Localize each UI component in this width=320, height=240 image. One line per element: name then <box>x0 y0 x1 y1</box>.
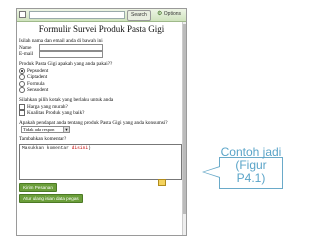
callout-text: Contoh jadi (Figur P4.1) <box>220 145 282 185</box>
question-4: Tambahkan komentar? <box>19 135 67 142</box>
callout-box: Contoh jadi (Figur P4.1) <box>202 146 283 189</box>
email-label: E-mail <box>19 51 34 58</box>
reset-button[interactable]: Atur ulang isian data pegas <box>19 194 83 204</box>
checkbox-option[interactable]: Kualitas Produk yang baik? <box>19 110 184 117</box>
question-2: Silahkan pilih kotak yang berlaku untuk … <box>19 96 114 103</box>
checkbox[interactable] <box>19 103 25 110</box>
submit-button[interactable]: Kirim Pesanan <box>19 183 57 193</box>
browser-window: Search ⚙ Options Formulir Survei Produk … <box>16 8 187 236</box>
gear-icon: ⚙ <box>157 11 163 17</box>
page-title: Formulir Survei Produk Pasta Gigi <box>38 24 165 34</box>
select-row: Tidak ada respon ▼ <box>19 125 184 134</box>
question-1: Produk Pasta Gigi apakah yang anda pakai… <box>19 60 113 67</box>
email-field[interactable] <box>39 50 103 58</box>
chevron-down-icon: ▼ <box>63 126 69 133</box>
radio-button[interactable] <box>19 74 25 81</box>
name-label: Name <box>19 44 32 51</box>
search-button[interactable]: Search <box>127 10 151 21</box>
options-button[interactable]: ⚙ Options <box>154 10 184 19</box>
note-icon <box>158 179 166 186</box>
toolbar-checkbox[interactable] <box>19 11 26 18</box>
radio-button[interactable] <box>19 67 25 74</box>
comment-textarea[interactable]: Masukkan komentar disini) <box>19 144 182 181</box>
radio-button[interactable] <box>19 80 25 87</box>
radio-option[interactable]: Pepsodent <box>19 67 184 74</box>
checkbox-option[interactable]: Harga yang murah? <box>19 103 184 110</box>
radio-option[interactable]: Formula <box>19 81 184 88</box>
checkbox[interactable] <box>19 110 25 117</box>
opinion-select[interactable]: Tidak ada respon ▼ <box>21 125 70 134</box>
browser-toolbar: Search ⚙ Options <box>17 9 186 22</box>
options-label: Options <box>163 11 182 17</box>
toolbar-search-input[interactable] <box>29 11 125 19</box>
scrollbar[interactable] <box>182 22 186 235</box>
email-row: E-mail <box>19 50 184 58</box>
form-content: Formulir Survei Produk Pasta Gigi Isilah… <box>19 22 184 222</box>
comment-highlight: disini <box>71 146 89 152</box>
scrollbar-thumb[interactable] <box>183 24 186 214</box>
radio-button[interactable] <box>19 87 25 94</box>
radio-option[interactable]: Ciptadent <box>19 74 184 81</box>
radio-option[interactable]: Sensodent <box>19 87 184 94</box>
